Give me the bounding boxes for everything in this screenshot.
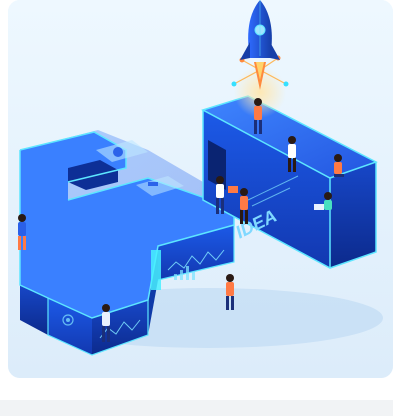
isometric-ai-illustration: IDEA: [8, 0, 393, 378]
bottom-strip: [0, 400, 393, 416]
illustration-card: IDEA: [8, 0, 393, 378]
